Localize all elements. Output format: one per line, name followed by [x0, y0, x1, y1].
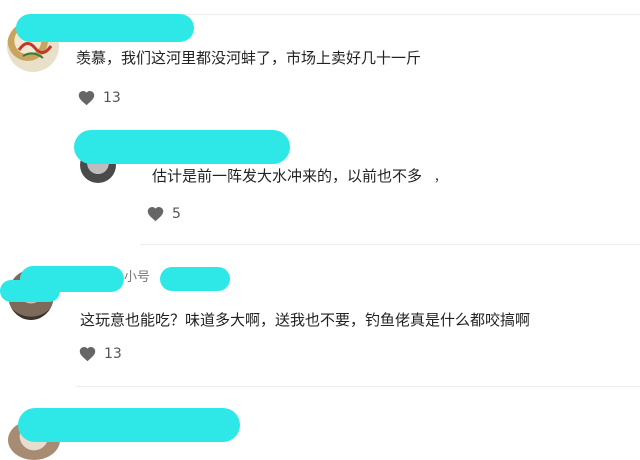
divider [140, 244, 640, 245]
username-redacted[interactable] [16, 14, 194, 42]
comment-text: 这玩意也能吃？味道多大啊，送我也不要，钓鱼佬真是什么都咬搞啊 [80, 311, 531, 329]
username-redacted-3[interactable] [160, 267, 230, 291]
username-fragment: 小号 [124, 270, 151, 285]
reply-text: 估计是前一阵发大水冲来的，以前也不多 ， [152, 166, 446, 187]
like-count: 13 [103, 89, 121, 106]
heart-icon [78, 91, 95, 106]
heart-icon [79, 347, 96, 362]
reply-username-redacted[interactable] [74, 130, 290, 164]
reply-like-button[interactable]: 5 [146, 205, 181, 222]
username-redacted-2[interactable] [0, 280, 60, 302]
reply-text-suffix: ， [434, 170, 447, 184]
heart-icon [147, 207, 164, 222]
reply-text-body: 估计是前一阵发大水冲来的，以前也不多 [152, 167, 423, 185]
divider [76, 386, 640, 387]
like-button[interactable]: 13 [77, 89, 121, 106]
like-count: 13 [104, 345, 122, 362]
like-button[interactable]: 13 [78, 345, 122, 362]
like-count: 5 [172, 205, 181, 222]
comment-text: 羡慕，我们这河里都没河蚌了，市场上卖好几十一斤 [76, 49, 422, 67]
